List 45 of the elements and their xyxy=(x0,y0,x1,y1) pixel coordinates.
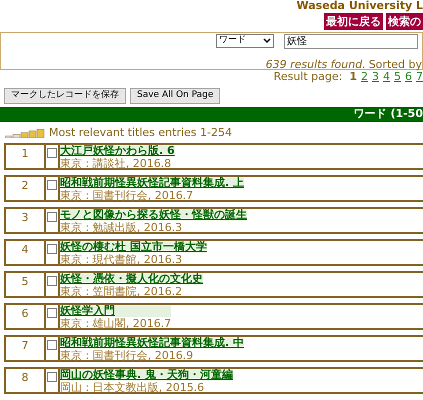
imprint-text: 東京 : 笠間書院, 2016.2 xyxy=(60,286,184,298)
chevron-down-icon xyxy=(263,38,271,44)
sort-label: Sorted by xyxy=(368,57,422,72)
mark-checkbox[interactable] xyxy=(47,180,57,190)
imprint-text: 東京 : 講談社, 2016.8 xyxy=(60,158,172,170)
page-link[interactable]: 7 xyxy=(416,68,423,86)
title-link[interactable]: 岡山の妖怪事典. 鬼・天狗・河童編 xyxy=(60,369,234,381)
relevance-bars-icon xyxy=(5,128,45,138)
results-count: 639 results found. xyxy=(266,57,366,72)
imprint-text: 岡山 : 日本文教出版, 2015.6 xyxy=(60,382,206,394)
title-link[interactable]: 昭和戦前期怪異妖怪記事資料集成. 中 xyxy=(60,337,244,349)
save-button[interactable]: Save All On Page xyxy=(130,88,220,104)
page-link[interactable]: 1 xyxy=(349,68,357,86)
page-link[interactable]: 4 xyxy=(383,68,390,86)
save-button[interactable]: マークしたレコードを保存 xyxy=(4,88,126,104)
result-page-label: Result page: xyxy=(274,68,342,85)
mark-checkbox[interactable] xyxy=(47,340,57,350)
title-link[interactable]: モノと図像から探る妖怪・怪獣の誕生 xyxy=(60,209,247,221)
title-link[interactable]: 大江戸妖怪かわら版. 6 xyxy=(60,145,175,157)
mark-checkbox[interactable] xyxy=(47,308,57,318)
relevance-label: Most relevant titles entries 1-254 xyxy=(49,124,232,141)
mark-checkbox[interactable] xyxy=(47,212,57,222)
imprint-text: 東京 : 現代書館, 2016.3 xyxy=(60,254,184,266)
page-link[interactable]: 2 xyxy=(361,68,368,86)
site-title: Waseda University L xyxy=(296,0,423,12)
imprint-text: 東京 : 国書刊行会, 2016.9 xyxy=(60,350,194,362)
nav-button[interactable]: 検索の xyxy=(386,13,423,30)
title-link[interactable]: 妖怪学入門 xyxy=(60,305,172,317)
page-link[interactable]: 6 xyxy=(405,68,412,86)
mark-checkbox[interactable] xyxy=(47,276,57,286)
mark-checkbox[interactable] xyxy=(47,148,57,158)
title-link[interactable]: 昭和戦前期怪異妖怪記事資料集成. 上 xyxy=(60,177,244,189)
mark-checkbox[interactable] xyxy=(47,244,57,254)
title-link[interactable]: 妖怪・憑依・擬人化の文化史 xyxy=(60,273,203,285)
imprint-text: 東京 : 雄山閣, 2016.7 xyxy=(60,318,172,330)
imprint-text: 東京 : 国書刊行会, 2016.7 xyxy=(60,190,194,202)
results-header-title: ワード (1-50 xyxy=(354,106,423,122)
page-link[interactable]: 3 xyxy=(372,68,379,86)
title-link[interactable]: 妖怪の棲む杜 国立市一橋大学 xyxy=(60,241,207,253)
field-select[interactable]: ワード xyxy=(216,34,274,48)
page-link[interactable]: 5 xyxy=(394,68,401,86)
imprint-text: 東京 : 勉誠出版, 2016.3 xyxy=(60,222,184,234)
nav-button[interactable]: 最初に戻る xyxy=(324,13,383,30)
search-field[interactable]: 妖怪 xyxy=(284,34,418,49)
mark-checkbox[interactable] xyxy=(47,372,57,382)
